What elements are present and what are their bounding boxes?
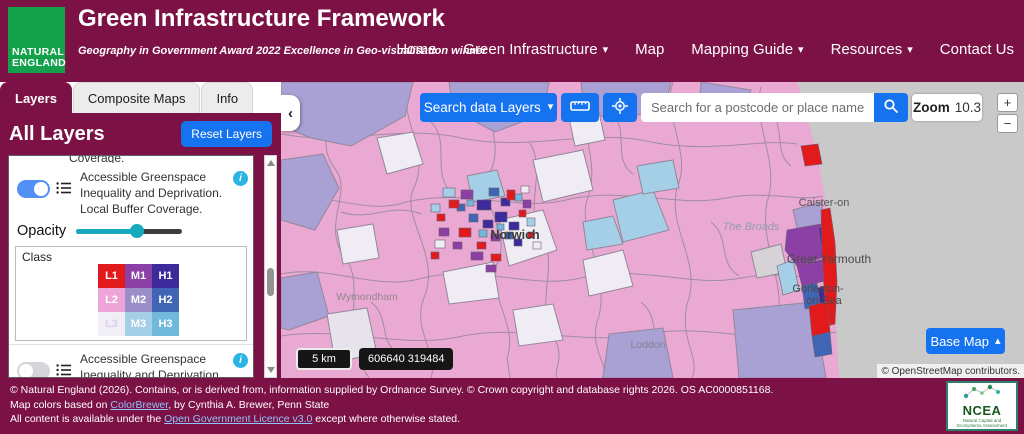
zoom-value: 10.3 [954, 100, 982, 115]
footer-line3-suffix: except where otherwise stated. [312, 413, 461, 425]
nav-home[interactable]: Home [396, 41, 436, 58]
map-label-great-yarmouth: Great Yarmouth [787, 252, 871, 266]
search-data-layers-button[interactable]: Search data Layers [420, 93, 557, 122]
layer-list-icon[interactable] [56, 181, 72, 200]
layer-row-local-buffer: Accessible Greenspace Inequality and Dep… [9, 163, 253, 220]
map-label-norwich: Norwich [490, 228, 539, 242]
zoom-level-display: Zoom 10.3 [912, 94, 982, 121]
opacity-row: Opacity [9, 220, 253, 245]
ruler-icon [570, 100, 590, 115]
class-legend: Class L1 M1 H1 L2 M2 H2 L3 M3 H3 [15, 246, 247, 342]
nav-mapping-guide[interactable]: Mapping Guide [691, 41, 803, 58]
colorbrewer-link[interactable]: ColorBrewer [110, 399, 168, 411]
opacity-slider-thumb[interactable] [129, 224, 144, 239]
panel-tabs: Layers Composite Maps Info [0, 82, 281, 113]
zoom-out-button[interactable]: − [997, 114, 1018, 133]
footer-line1: © Natural England (2026). Contains, or i… [10, 384, 774, 396]
app-header: NATURAL ENGLAND Green Infrastructure Fra… [0, 0, 1024, 82]
tab-layers[interactable]: Layers [0, 82, 72, 113]
search-icon [883, 98, 899, 117]
layers-list: Coverage. Accessible Greenspace Inequali… [8, 155, 254, 378]
search-button[interactable] [874, 93, 908, 122]
nav-map[interactable]: Map [635, 41, 664, 58]
opacity-label: Opacity [17, 223, 67, 240]
base-map-button[interactable]: Base Map [926, 328, 1005, 354]
ncea-logo: NCEA Natural Capital and Ecosystems Asse… [946, 381, 1018, 431]
class-cell-l3: L3 [98, 312, 125, 337]
layer-toggle[interactable] [17, 180, 50, 198]
zoom-label: Zoom [912, 100, 950, 115]
layer-name: Accessible Greenspace Inequality and Dep… [80, 352, 223, 378]
toggle-knob [34, 182, 48, 196]
map-container: Norwich Caister-on Great Yarmouth Gorles… [281, 82, 1024, 378]
footer-line3-prefix: All content is available under the [10, 413, 165, 425]
layer-name: Accessible Greenspace Inequality and Dep… [80, 170, 223, 216]
class-cell-l2: L2 [98, 288, 125, 313]
map-label-loddon: Loddon [630, 339, 665, 351]
footer-line3: All content is available under the Open … [10, 412, 1014, 427]
footer-line2: Map colors based on ColorBrewer, by Cynt… [10, 398, 1014, 413]
map-label-wymondham: Wymondham [336, 291, 398, 303]
ncea-network-icon [960, 384, 1004, 405]
opacity-slider[interactable] [76, 224, 183, 239]
ncea-name: Natural Capital and Ecosystems Assessmen… [957, 418, 1007, 429]
logo-line2: ENGLAND [12, 57, 67, 69]
place-search-input[interactable] [641, 93, 874, 122]
measure-tool-button[interactable] [561, 93, 599, 122]
osm-attribution: © OpenStreetMap contributors. [877, 364, 1024, 378]
footer-line2-suffix: , by Cynthia A. Brewer, Penn State [168, 398, 330, 411]
class-cell-m2: M2 [125, 288, 152, 313]
map-label-the-broads: The Broads [723, 221, 780, 233]
nav-contact-us[interactable]: Contact Us [940, 41, 1014, 58]
opacity-slider-fill [76, 229, 137, 235]
layer-toggle[interactable] [17, 362, 50, 377]
app-footer: © Natural England (2026). Contains, or i… [0, 378, 1024, 434]
class-legend-grid: L1 M1 H1 L2 M2 H2 L3 M3 H3 [98, 264, 179, 337]
geolocate-button[interactable] [603, 93, 637, 122]
app-window: NATURAL ENGLAND Green Infrastructure Fra… [0, 0, 1024, 434]
main-nav: Home Green Infrastructure Map Mapping Gu… [396, 41, 1014, 58]
toggle-knob [19, 364, 33, 377]
info-icon[interactable]: i [233, 353, 248, 369]
layer-row-neighbourhood-buffer: Accessible Greenspace Inequality and Dep… [9, 345, 253, 378]
class-cell-m3: M3 [125, 312, 152, 337]
reset-layers-button[interactable]: Reset Layers [181, 121, 272, 147]
clipped-layer-text: Coverage. [69, 155, 125, 163]
panel-scrollbar[interactable] [264, 155, 277, 378]
ncea-acronym: NCEA [962, 403, 1002, 419]
layer-list-icon[interactable] [56, 363, 72, 377]
panel-head: All Layers Reset Layers [0, 113, 281, 155]
ogl-licence-link[interactable]: Open Government Licence v3.0 [164, 413, 312, 425]
layers-panel: Layers Composite Maps Info All Layers Re… [0, 82, 281, 378]
class-cell-h2: H2 [152, 288, 179, 313]
class-legend-label: Class [22, 250, 53, 265]
zoom-in-button[interactable]: + [997, 93, 1018, 112]
map-label-caister: Caister-on [799, 197, 850, 209]
scrollbar-thumb[interactable] [267, 268, 274, 296]
scroll-down-arrow-icon[interactable] [266, 367, 275, 373]
footer-line2-prefix: Map colors based on [10, 398, 111, 411]
tab-info[interactable]: Info [201, 82, 254, 113]
nav-resources[interactable]: Resources [831, 41, 913, 58]
class-cell-m1: M1 [125, 264, 152, 289]
crosshair-icon [611, 97, 629, 118]
map-canvas[interactable]: Norwich Caister-on Great Yarmouth Gorles… [281, 82, 1024, 378]
coordinates-readout: 606640 319484 [359, 348, 454, 370]
class-cell-h3: H3 [152, 312, 179, 337]
info-icon[interactable]: i [233, 171, 248, 186]
page-title: Green Infrastructure Framework [78, 5, 445, 32]
nav-green-infrastructure[interactable]: Green Infrastructure [463, 41, 608, 58]
scroll-up-arrow-icon[interactable] [266, 160, 275, 166]
class-cell-h1: H1 [152, 264, 179, 289]
natural-england-logo: NATURAL ENGLAND [8, 7, 67, 73]
class-cell-l1: L1 [98, 264, 125, 289]
map-label-gorleston-line1: Gorleston- [792, 283, 844, 295]
scale-bar: 5 km [296, 348, 352, 370]
tab-composite-maps[interactable]: Composite Maps [72, 82, 201, 113]
panel-title: All Layers [9, 122, 105, 145]
panel-collapse-button[interactable]: ‹ [281, 95, 300, 131]
map-label-gorleston-line2: on-Sea [806, 295, 842, 307]
